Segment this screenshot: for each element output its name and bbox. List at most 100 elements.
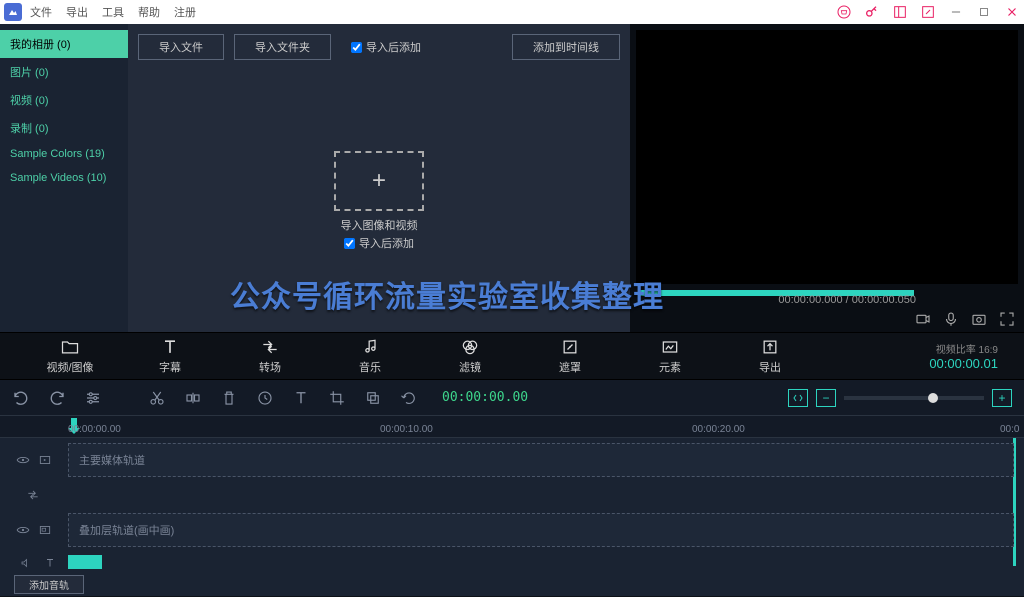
overlay-track-head [0,508,68,552]
split-icon[interactable] [184,389,202,407]
tab-transition[interactable]: 转场 [220,337,320,375]
main-track-body[interactable]: 主要媒体轨道 [68,443,1014,477]
add-after-import-label: 导入后添加 [366,39,421,55]
tab-subtitle[interactable]: 字幕 [120,337,220,375]
export-icon [760,337,780,357]
crop-icon[interactable] [328,389,346,407]
settings-icon[interactable] [84,389,102,407]
menu-bar: 文件 导出 工具 帮助 注册 [30,4,196,20]
audio-track-row [0,552,1024,576]
delete-icon[interactable] [220,389,238,407]
timeline-toolbar: 00:00:00.00 − + [0,380,1024,416]
duration-icon[interactable] [256,389,274,407]
ruler-mark: 00:00:20.00 [692,424,745,435]
record-icon[interactable] [914,310,932,328]
main-track-row: 主要媒体轨道 [0,438,1024,482]
overlay-track-icon[interactable] [38,523,52,537]
add-after-import-check[interactable] [351,42,362,53]
sidebar-item-album[interactable]: 我的相册 (0) [0,30,128,58]
zoom-out-button[interactable]: − [816,389,836,407]
text-tool-icon[interactable] [292,389,310,407]
redo-icon[interactable] [48,389,66,407]
minimize-icon[interactable] [948,4,964,20]
tab-label: 遮罩 [559,359,581,375]
window-icons [836,4,1020,20]
titlebar: 文件 导出 工具 帮助 注册 [0,0,1024,24]
tab-elements[interactable]: 元素 [620,337,720,375]
swap-icon[interactable] [26,488,40,502]
audio-segment[interactable] [68,555,102,569]
tab-music[interactable]: 音乐 [320,337,420,375]
sidebar-item-images[interactable]: 图片 (0) [0,58,128,86]
overlay-track-row: 叠加层轨道(画中画) [0,508,1024,552]
dropzone-check[interactable] [344,238,355,249]
key-icon[interactable] [864,4,880,20]
overlay-track-body[interactable]: 叠加层轨道(画中画) [68,513,1014,547]
text-track-icon[interactable] [44,557,58,571]
dropzone-check-label: 导入后添加 [359,235,414,251]
preview-panel: 00:00:00.000 / 00:00:00.050 [630,24,1024,332]
preview-screen[interactable] [636,30,1018,284]
zoom-slider[interactable] [844,396,984,400]
ratio-label: 视频比率 16:9 [929,341,998,356]
audio-track-body[interactable] [68,552,1014,572]
tab-label: 视频/图像 [46,359,93,375]
cut-icon[interactable] [148,389,166,407]
tab-label: 字幕 [159,359,181,375]
snapshot-icon[interactable] [970,310,988,328]
menu-file[interactable]: 文件 [30,4,52,20]
copy-icon[interactable] [364,389,382,407]
tabs-row: 视频/图像 字幕 转场 音乐 滤镜 遮罩 元素 导出 视频比率 16:9 00:… [0,332,1024,380]
import-folder-button[interactable]: 导入文件夹 [234,34,331,60]
audio-icon[interactable] [20,557,34,571]
import-dropzone[interactable]: + 导入图像和视频 导入后添加 [128,70,630,332]
zoom-thumb[interactable] [928,393,938,403]
add-to-timeline-button[interactable]: 添加到时间线 [512,34,620,60]
rotate-icon[interactable] [400,389,418,407]
menu-export[interactable]: 导出 [66,4,88,20]
undo-icon[interactable] [12,389,30,407]
tab-label: 音乐 [359,359,381,375]
tab-export[interactable]: 导出 [720,337,820,375]
maximize-icon[interactable] [976,4,992,20]
dropzone-checkbox-row[interactable]: 导入后添加 [344,235,414,251]
sidebar-item-videos[interactable]: 视频 (0) [0,86,128,114]
timeline-ruler[interactable]: 00:00:00.00 00:00:10.00 00:00:20.00 00:0 [0,416,1024,438]
edit-icon[interactable] [920,4,936,20]
layout-icon[interactable] [892,4,908,20]
mic-icon[interactable] [942,310,960,328]
add-after-import-checkbox[interactable]: 导入后添加 [351,39,421,55]
video-track-icon[interactable] [38,453,52,467]
import-file-button[interactable]: 导入文件 [138,34,224,60]
menu-register[interactable]: 注册 [174,4,196,20]
dropzone-box[interactable]: + [334,151,424,211]
main-area: 我的相册 (0) 图片 (0) 视频 (0) 录制 (0) Sample Col… [0,24,1024,332]
menu-help[interactable]: 帮助 [138,4,160,20]
fullscreen-icon[interactable] [998,310,1016,328]
ruler-mark: 00:00:00.00 [68,424,121,435]
tab-filter[interactable]: 滤镜 [420,337,520,375]
preview-controls: 00:00:00.000 / 00:00:00.050 [630,284,1024,332]
zoom-fit-button[interactable] [788,389,808,407]
sidebar-item-record[interactable]: 录制 (0) [0,114,128,142]
close-icon[interactable] [1004,4,1020,20]
eye-icon[interactable] [16,453,30,467]
sidebar-item-sample-videos[interactable]: Sample Videos (10) [0,166,128,190]
add-audio-button[interactable]: 添加音轨 [14,575,84,594]
tab-mask[interactable]: 遮罩 [520,337,620,375]
app-logo [4,3,22,21]
zoom-controls: − + [788,389,1012,407]
sidebar-item-sample-colors[interactable]: Sample Colors (19) [0,142,128,166]
audio-track-head [0,552,68,576]
elements-icon [660,337,680,357]
preview-timecode: 00:00:00.000 / 00:00:00.050 [778,294,916,306]
sidebar: 我的相册 (0) 图片 (0) 视频 (0) 录制 (0) Sample Col… [0,24,128,332]
eye-icon[interactable] [16,523,30,537]
main-track-head [0,438,68,482]
music-icon [360,337,380,357]
zoom-in-button[interactable]: + [992,389,1012,407]
tab-video-image[interactable]: 视频/图像 [20,337,120,375]
menu-tools[interactable]: 工具 [102,4,124,20]
cart-icon[interactable] [836,4,852,20]
ruler-mark: 00:00:10.00 [380,424,433,435]
